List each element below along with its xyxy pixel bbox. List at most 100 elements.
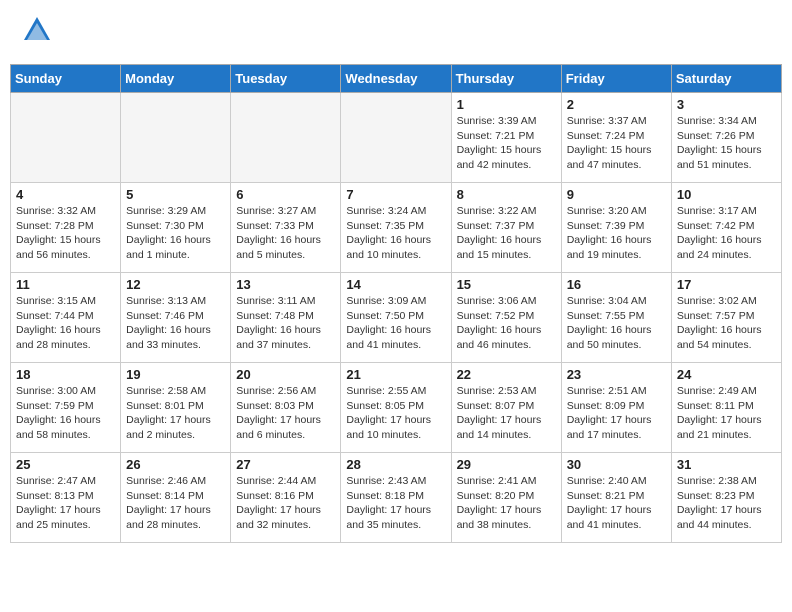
calendar-cell: 21 Sunrise: 2:55 AM Sunset: 8:05 PM Dayli… <box>341 363 451 453</box>
column-header-sunday: Sunday <box>11 65 121 93</box>
column-header-friday: Friday <box>561 65 671 93</box>
day-info: Sunrise: 2:44 AM Sunset: 8:16 PM Dayligh… <box>236 474 335 533</box>
day-number: 21 <box>346 367 445 382</box>
day-number: 25 <box>16 457 115 472</box>
calendar-cell: 6 Sunrise: 3:27 AM Sunset: 7:33 PM Daylig… <box>231 183 341 273</box>
calendar-cell <box>121 93 231 183</box>
calendar-cell: 25 Sunrise: 2:47 AM Sunset: 8:13 PM Dayli… <box>11 453 121 543</box>
calendar-cell: 18 Sunrise: 3:00 AM Sunset: 7:59 PM Dayli… <box>11 363 121 453</box>
calendar-cell: 28 Sunrise: 2:43 AM Sunset: 8:18 PM Dayli… <box>341 453 451 543</box>
day-number: 8 <box>457 187 556 202</box>
logo-icon <box>22 15 52 45</box>
day-info: Sunrise: 3:11 AM Sunset: 7:48 PM Dayligh… <box>236 294 335 353</box>
column-header-saturday: Saturday <box>671 65 781 93</box>
day-number: 23 <box>567 367 666 382</box>
day-info: Sunrise: 2:49 AM Sunset: 8:11 PM Dayligh… <box>677 384 776 443</box>
calendar-cell: 26 Sunrise: 2:46 AM Sunset: 8:14 PM Dayli… <box>121 453 231 543</box>
day-number: 4 <box>16 187 115 202</box>
day-number: 6 <box>236 187 335 202</box>
calendar-cell: 20 Sunrise: 2:56 AM Sunset: 8:03 PM Dayli… <box>231 363 341 453</box>
day-number: 18 <box>16 367 115 382</box>
day-info: Sunrise: 3:34 AM Sunset: 7:26 PM Dayligh… <box>677 114 776 173</box>
calendar-cell: 13 Sunrise: 3:11 AM Sunset: 7:48 PM Dayli… <box>231 273 341 363</box>
day-number: 13 <box>236 277 335 292</box>
day-info: Sunrise: 3:24 AM Sunset: 7:35 PM Dayligh… <box>346 204 445 263</box>
day-info: Sunrise: 3:04 AM Sunset: 7:55 PM Dayligh… <box>567 294 666 353</box>
day-number: 5 <box>126 187 225 202</box>
day-info: Sunrise: 3:13 AM Sunset: 7:46 PM Dayligh… <box>126 294 225 353</box>
day-number: 15 <box>457 277 556 292</box>
calendar-cell: 30Sunrise: 2:40 AM Sunset: 8:21 PM Dayli… <box>561 453 671 543</box>
day-number: 31 <box>677 457 776 472</box>
day-number: 26 <box>126 457 225 472</box>
calendar-cell: 16Sunrise: 3:04 AM Sunset: 7:55 PM Dayli… <box>561 273 671 363</box>
calendar-week-row: 11 Sunrise: 3:15 AM Sunset: 7:44 PM Dayli… <box>11 273 782 363</box>
day-number: 12 <box>126 277 225 292</box>
day-info: Sunrise: 3:20 AM Sunset: 7:39 PM Dayligh… <box>567 204 666 263</box>
day-info: Sunrise: 3:09 AM Sunset: 7:50 PM Dayligh… <box>346 294 445 353</box>
column-header-tuesday: Tuesday <box>231 65 341 93</box>
day-number: 2 <box>567 97 666 112</box>
calendar-cell: 12 Sunrise: 3:13 AM Sunset: 7:46 PM Dayli… <box>121 273 231 363</box>
day-info: Sunrise: 3:15 AM Sunset: 7:44 PM Dayligh… <box>16 294 115 353</box>
column-header-thursday: Thursday <box>451 65 561 93</box>
day-number: 20 <box>236 367 335 382</box>
day-info: Sunrise: 3:29 AM Sunset: 7:30 PM Dayligh… <box>126 204 225 263</box>
day-info: Sunrise: 3:39 AM Sunset: 7:21 PM Dayligh… <box>457 114 556 173</box>
day-info: Sunrise: 3:27 AM Sunset: 7:33 PM Dayligh… <box>236 204 335 263</box>
logo <box>20 15 52 51</box>
day-info: Sunrise: 2:46 AM Sunset: 8:14 PM Dayligh… <box>126 474 225 533</box>
day-info: Sunrise: 3:22 AM Sunset: 7:37 PM Dayligh… <box>457 204 556 263</box>
day-info: Sunrise: 3:06 AM Sunset: 7:52 PM Dayligh… <box>457 294 556 353</box>
calendar-week-row: 25 Sunrise: 2:47 AM Sunset: 8:13 PM Dayli… <box>11 453 782 543</box>
day-info: Sunrise: 2:55 AM Sunset: 8:05 PM Dayligh… <box>346 384 445 443</box>
calendar-week-row: 18 Sunrise: 3:00 AM Sunset: 7:59 PM Dayli… <box>11 363 782 453</box>
calendar-cell: 8 Sunrise: 3:22 AM Sunset: 7:37 PM Daylig… <box>451 183 561 273</box>
day-number: 10 <box>677 187 776 202</box>
day-info: Sunrise: 2:47 AM Sunset: 8:13 PM Dayligh… <box>16 474 115 533</box>
day-number: 14 <box>346 277 445 292</box>
calendar-cell: 1 Sunrise: 3:39 AM Sunset: 7:21 PM Daylig… <box>451 93 561 183</box>
calendar-cell <box>231 93 341 183</box>
day-number: 17 <box>677 277 776 292</box>
calendar-cell: 7 Sunrise: 3:24 AM Sunset: 7:35 PM Daylig… <box>341 183 451 273</box>
day-number: 1 <box>457 97 556 112</box>
day-info: Sunrise: 2:40 AM Sunset: 8:21 PM Dayligh… <box>567 474 666 533</box>
calendar-cell: 3Sunrise: 3:34 AM Sunset: 7:26 PM Daylig… <box>671 93 781 183</box>
calendar-cell: 2 Sunrise: 3:37 AM Sunset: 7:24 PM Daylig… <box>561 93 671 183</box>
day-number: 9 <box>567 187 666 202</box>
day-number: 11 <box>16 277 115 292</box>
calendar-cell: 17 Sunrise: 3:02 AM Sunset: 7:57 PM Dayli… <box>671 273 781 363</box>
day-number: 27 <box>236 457 335 472</box>
calendar-cell: 22 Sunrise: 2:53 AM Sunset: 8:07 PM Dayli… <box>451 363 561 453</box>
calendar-cell: 15 Sunrise: 3:06 AM Sunset: 7:52 PM Dayli… <box>451 273 561 363</box>
calendar-cell: 10Sunrise: 3:17 AM Sunset: 7:42 PM Dayli… <box>671 183 781 273</box>
calendar-cell: 14 Sunrise: 3:09 AM Sunset: 7:50 PM Dayli… <box>341 273 451 363</box>
page-header <box>10 10 782 56</box>
day-info: Sunrise: 2:58 AM Sunset: 8:01 PM Dayligh… <box>126 384 225 443</box>
calendar-cell: 9 Sunrise: 3:20 AM Sunset: 7:39 PM Daylig… <box>561 183 671 273</box>
day-number: 24 <box>677 367 776 382</box>
day-info: Sunrise: 2:38 AM Sunset: 8:23 PM Dayligh… <box>677 474 776 533</box>
calendar-cell: 27 Sunrise: 2:44 AM Sunset: 8:16 PM Dayli… <box>231 453 341 543</box>
calendar-cell: 5 Sunrise: 3:29 AM Sunset: 7:30 PM Daylig… <box>121 183 231 273</box>
day-number: 22 <box>457 367 556 382</box>
calendar-cell: 4 Sunrise: 3:32 AM Sunset: 7:28 PM Daylig… <box>11 183 121 273</box>
day-info: Sunrise: 2:56 AM Sunset: 8:03 PM Dayligh… <box>236 384 335 443</box>
day-info: Sunrise: 2:41 AM Sunset: 8:20 PM Dayligh… <box>457 474 556 533</box>
calendar-cell <box>11 93 121 183</box>
day-info: Sunrise: 2:53 AM Sunset: 8:07 PM Dayligh… <box>457 384 556 443</box>
day-info: Sunrise: 2:43 AM Sunset: 8:18 PM Dayligh… <box>346 474 445 533</box>
column-header-wednesday: Wednesday <box>341 65 451 93</box>
column-header-monday: Monday <box>121 65 231 93</box>
calendar-cell: 11 Sunrise: 3:15 AM Sunset: 7:44 PM Dayli… <box>11 273 121 363</box>
day-info: Sunrise: 3:00 AM Sunset: 7:59 PM Dayligh… <box>16 384 115 443</box>
calendar-cell <box>341 93 451 183</box>
day-number: 28 <box>346 457 445 472</box>
calendar-cell: 19Sunrise: 2:58 AM Sunset: 8:01 PM Dayli… <box>121 363 231 453</box>
day-info: Sunrise: 3:37 AM Sunset: 7:24 PM Dayligh… <box>567 114 666 173</box>
calendar-week-row: 4 Sunrise: 3:32 AM Sunset: 7:28 PM Daylig… <box>11 183 782 273</box>
day-info: Sunrise: 3:32 AM Sunset: 7:28 PM Dayligh… <box>16 204 115 263</box>
day-number: 7 <box>346 187 445 202</box>
day-info: Sunrise: 3:02 AM Sunset: 7:57 PM Dayligh… <box>677 294 776 353</box>
